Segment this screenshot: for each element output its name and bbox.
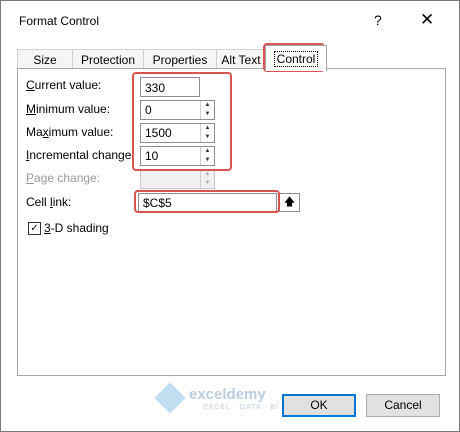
tab-control[interactable]: Control xyxy=(265,45,327,71)
help-icon[interactable]: ? xyxy=(374,12,382,28)
ok-button[interactable]: OK xyxy=(282,394,356,417)
incremental-change-label: Incremental change: xyxy=(26,148,135,162)
cell-link-label: Cell link: xyxy=(26,195,72,209)
watermark-name: exceldemy xyxy=(189,386,266,403)
tab-size[interactable]: Size xyxy=(17,49,73,70)
format-control-dialog: Format Control ? ✕ Size Protection Prope… xyxy=(0,0,460,432)
3d-shading-label: 3-D shading xyxy=(44,221,109,235)
exceldemy-logo-icon xyxy=(154,382,186,414)
3d-shading-checkbox[interactable]: ✓ xyxy=(28,222,41,235)
tab-protection[interactable]: Protection xyxy=(72,49,144,70)
tab-properties[interactable]: Properties xyxy=(143,49,217,70)
current-value-label: Current value: xyxy=(26,78,102,92)
cancel-button[interactable]: Cancel xyxy=(366,394,440,417)
tab-alt-text[interactable]: Alt Text xyxy=(216,49,266,70)
cell-link-highlight-box xyxy=(134,190,280,213)
close-icon[interactable]: ✕ xyxy=(420,10,434,30)
page-change-label: Page change: xyxy=(26,171,101,185)
dialog-title: Format Control xyxy=(19,14,100,28)
tab-control-label: Control xyxy=(273,51,319,67)
minimum-value-label: Minimum value: xyxy=(26,102,111,116)
spin-up-icon: ▲ xyxy=(204,171,211,177)
up-arrow-icon[interactable]: 🡅 xyxy=(279,193,300,212)
watermark-tagline: EXCEL · DATA · BI xyxy=(203,404,279,411)
spinner-highlight-box xyxy=(132,72,232,171)
maximum-value-label: Maximum value: xyxy=(26,125,114,139)
page-change-spinner: ▲ ▼ xyxy=(140,169,215,189)
spin-down-icon: ▼ xyxy=(204,180,211,186)
